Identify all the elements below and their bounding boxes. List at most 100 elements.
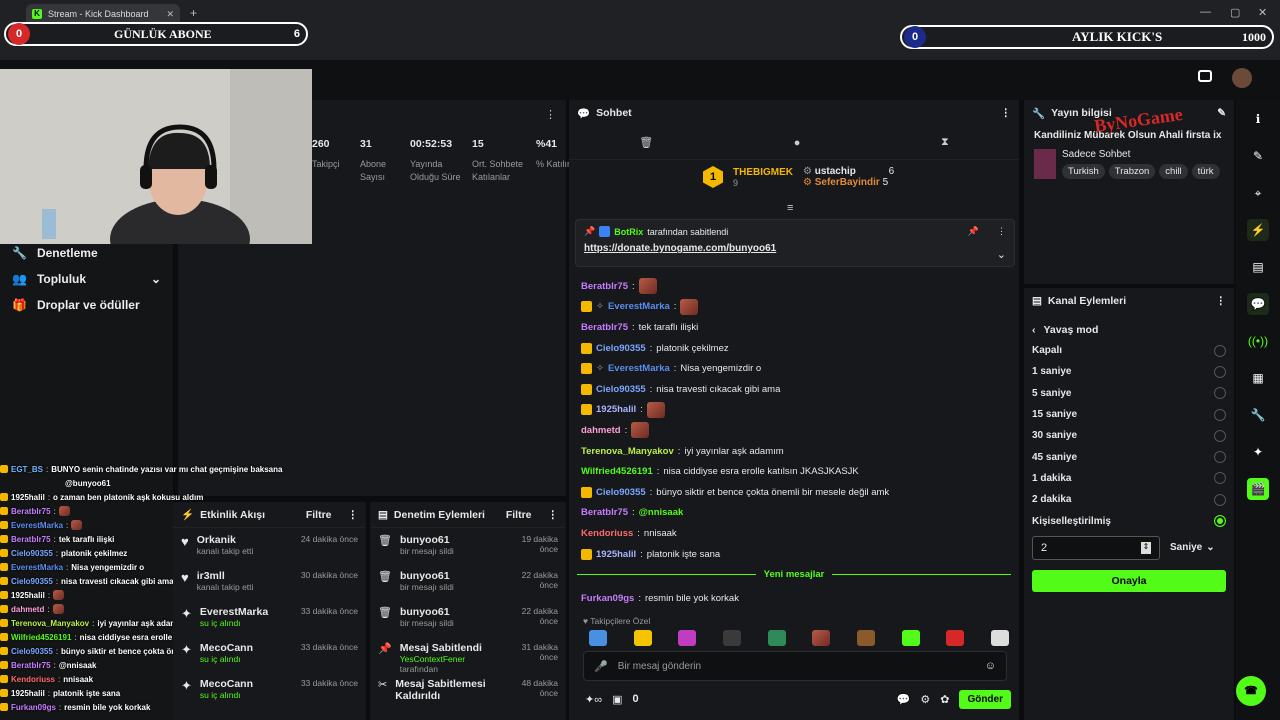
emote-icon[interactable] (722, 630, 741, 646)
activity-user[interactable]: EverestMarka (200, 606, 268, 618)
radio-button[interactable] (1214, 408, 1226, 421)
chat-username[interactable]: EverestMarka (608, 363, 670, 374)
chat-username[interactable]: Beratblr75 (581, 281, 628, 292)
chat-username[interactable]: Beratblr75 (581, 507, 628, 518)
emote-icon[interactable] (946, 630, 965, 646)
pinned-link[interactable]: https://donate.bynogame.com/bunyoo61 (584, 243, 1006, 254)
broadcast-icon[interactable]: ((•)) (1247, 330, 1269, 352)
stream-tag[interactable]: türk (1191, 164, 1220, 179)
close-tab-icon[interactable]: ✕ (166, 9, 174, 20)
nav-item-droplar[interactable]: 🎁 Droplar ve ödüller (0, 292, 173, 318)
stream-tag[interactable]: chill (1159, 164, 1188, 179)
emote-icon[interactable] (856, 630, 875, 646)
focus-icon[interactable]: ⌖ (1247, 182, 1269, 204)
emote-icon[interactable] (678, 630, 697, 646)
trash-icon[interactable]: 🗑 (639, 136, 653, 149)
pencil-icon[interactable]: ✎ (1247, 145, 1269, 167)
chat-settings-bubble-icon[interactable]: 💬 (897, 693, 911, 706)
radio-button[interactable] (1214, 344, 1226, 357)
support-icon[interactable]: ☎ (1236, 676, 1266, 706)
radio-button[interactable] (1214, 451, 1226, 464)
activity-user[interactable]: Orkanik (197, 534, 254, 546)
microphone-icon[interactable]: 🎤 (594, 660, 608, 673)
chat-username[interactable]: 1925halil (596, 404, 636, 415)
stream-tag[interactable]: Trabzon (1108, 164, 1156, 179)
gift-box-icon[interactable]: ▣ (612, 693, 622, 706)
nav-item-topluluk[interactable]: 👥 Topluluk ⌄ (0, 266, 173, 292)
chat-username[interactable]: EverestMarka (608, 301, 670, 312)
slow-mode-option[interactable]: 1 saniye (1024, 361, 1234, 382)
more-options-icon[interactable]: ⋮ (545, 108, 556, 121)
emote-icon[interactable] (767, 630, 786, 646)
chat-username[interactable]: Wilfried4526191 (581, 466, 653, 477)
radio-button[interactable] (1214, 493, 1226, 506)
moderation-filter-button[interactable]: Filtre (506, 509, 532, 521)
new-tab-icon[interactable]: + (190, 6, 197, 20)
points-icon[interactable]: ✦∞ (585, 693, 602, 706)
unpin-icon[interactable]: 📌 (968, 226, 979, 237)
emote-icon[interactable] (901, 630, 920, 646)
chat-username[interactable]: 1925halil (596, 549, 636, 560)
send-button[interactable]: Gönder (959, 689, 1011, 709)
chat-username[interactable]: Furkan09gs (581, 593, 634, 604)
stepper-icon[interactable]: ⇕ (1141, 541, 1151, 554)
radio-button[interactable] (1214, 365, 1226, 378)
chat-username[interactable]: Terenova_Manyakov (581, 446, 674, 457)
custom-duration-input[interactable]: 2 ⇕ (1032, 535, 1160, 560)
puzzle-icon[interactable]: ✿ (940, 693, 949, 706)
slow-mode-option[interactable]: 5 saniye (1024, 383, 1234, 404)
bolt-icon[interactable]: ⚡ (1247, 219, 1269, 241)
slow-mode-option[interactable]: 30 saniye (1024, 425, 1234, 446)
slow-mode-option[interactable]: 45 saniye (1024, 446, 1234, 467)
minimize-icon[interactable]: — (1200, 6, 1211, 18)
chat-input[interactable]: 🎤 Bir mesaj gönderin ☺ (583, 651, 1007, 681)
more-options-icon[interactable]: ⋮ (548, 509, 559, 521)
emote-icon[interactable] (633, 630, 652, 646)
more-options-icon[interactable]: ⋮ (1001, 107, 1012, 119)
chat-icon[interactable]: 💬 (1247, 293, 1269, 315)
close-window-icon[interactable]: ✕ (1258, 6, 1267, 19)
emote-icon[interactable] (812, 630, 831, 646)
slow-mode-option[interactable]: 2 dakika (1024, 489, 1234, 510)
hourglass-icon[interactable]: ⧗ (941, 136, 949, 149)
unit-select[interactable]: Saniye ⌄ (1170, 536, 1215, 560)
points-icon[interactable]: ✦ (1247, 441, 1269, 463)
chat-username[interactable]: dahmetd (581, 425, 621, 436)
document-icon[interactable]: ▤ (1247, 256, 1269, 278)
more-options-icon[interactable]: ⋮ (348, 509, 359, 521)
maximize-icon[interactable]: ▢ (1230, 6, 1240, 19)
stream-tag[interactable]: Turkish (1062, 164, 1105, 179)
pencil-icon[interactable]: ✎ (1217, 107, 1226, 119)
expand-leaderboard-icon[interactable]: ≡ (787, 202, 793, 214)
radio-button[interactable] (1214, 515, 1226, 528)
chat-username[interactable]: Cielo90355 (596, 343, 646, 354)
info-icon[interactable]: ℹ (1247, 108, 1269, 130)
chat-username[interactable]: Beratblr75 (581, 322, 628, 333)
activity-user[interactable]: MecoCann (200, 642, 253, 654)
avatar[interactable] (1232, 68, 1252, 88)
clapboard-icon[interactable]: 🎬 (1247, 478, 1269, 500)
layout-icon[interactable]: ▦ (1247, 367, 1269, 389)
chat-username[interactable]: Kendoriuss (581, 528, 633, 539)
browser-tab[interactable]: K Stream - Kick Dashboard ✕ (26, 4, 180, 24)
gear-icon[interactable]: ⚙ (920, 693, 930, 706)
radio-button[interactable] (1214, 387, 1226, 400)
more-options-icon[interactable]: ⋮ (997, 226, 1006, 237)
more-options-icon[interactable]: ⋮ (1216, 295, 1227, 307)
slow-mode-option[interactable]: 1 dakika (1024, 468, 1234, 489)
activity-filter-button[interactable]: Filtre (306, 509, 332, 521)
slow-mode-option[interactable]: 15 saniye (1024, 404, 1234, 425)
activity-user[interactable]: ir3mll (197, 570, 254, 582)
radio-button[interactable] (1214, 472, 1226, 485)
wrench-icon[interactable]: 🔧 (1247, 404, 1269, 426)
chat-username[interactable]: Cielo90355 (596, 487, 646, 498)
chevron-down-icon[interactable]: ⌄ (997, 248, 1006, 261)
slow-mode-option[interactable]: Kişiselleştirilmiş (1024, 510, 1234, 531)
slow-mode-option[interactable]: Kapalı (1024, 340, 1234, 361)
chat-bubble-icon[interactable]: ● (794, 137, 801, 149)
dashboard-icon[interactable] (1198, 70, 1212, 82)
emoji-icon[interactable]: ☺ (985, 660, 996, 672)
confirm-button[interactable]: Onayla (1032, 569, 1226, 592)
activity-user[interactable]: MecoCann (200, 678, 253, 690)
slow-mode-back[interactable]: ‹ Yavaş mod (1024, 314, 1234, 340)
